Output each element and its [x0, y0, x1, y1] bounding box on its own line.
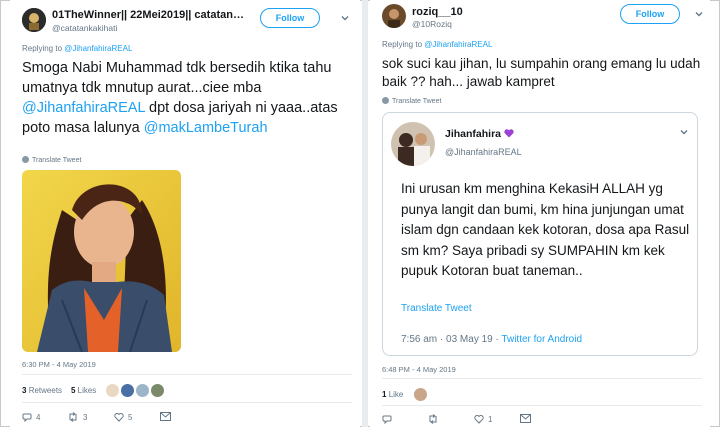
retweets-stat[interactable]: 3 Retweets [22, 386, 62, 395]
author-avatar[interactable] [382, 4, 406, 28]
quoted-meta: 7:56 am · 03 May 19 · Twitter for Androi… [401, 334, 582, 345]
reply-prefix: Replying to [382, 40, 425, 49]
tweet-timestamp[interactable]: 6:30 PM - 4 May 2019 [22, 360, 96, 369]
engagement-stats: 3 Retweets 5 Likes [22, 386, 96, 395]
quoted-time[interactable]: 7:56 am · 03 May 19 · [401, 334, 501, 345]
liker-avatar[interactable] [121, 384, 134, 397]
tweet-timestamp[interactable]: 6:48 PM - 4 May 2019 [382, 365, 456, 374]
quoted-translate-link[interactable]: Translate Tweet [401, 303, 472, 314]
purple-heart-icon [504, 129, 514, 138]
divider [22, 374, 352, 375]
translate-label: Translate Tweet [32, 157, 82, 164]
reply-mention-link[interactable]: @JihanfahiraREAL [64, 44, 132, 53]
panel-divider [362, 0, 368, 427]
reply-count: 4 [36, 413, 41, 422]
divider [382, 405, 702, 406]
mention-link[interactable]: @makLambeTurah [144, 120, 268, 136]
likes-label: Likes [77, 386, 97, 395]
reply-icon [382, 415, 392, 425]
author-handle[interactable]: @10Roziq [412, 19, 452, 29]
globe-icon [382, 97, 389, 104]
liker-avatar[interactable] [106, 384, 119, 397]
like-count: 1 [488, 415, 493, 424]
reply-mention-link[interactable]: @JihanfahiraREAL [424, 40, 492, 49]
quoted-source-link[interactable]: Twitter for Android [501, 334, 582, 345]
quoted-tweet-card[interactable]: Jihanfahira @JihanfahiraREAL Ini urusan … [382, 112, 698, 356]
reply-icon [22, 413, 32, 423]
tweet-text: Smoga Nabi Muhammad tdk bersedih ktika t… [22, 58, 352, 138]
reply-prefix: Replying to [22, 44, 65, 53]
like-action[interactable]: 1 [474, 414, 492, 424]
right-tweet: roziq__10 @10Roziq Follow Replying to @J… [370, 0, 710, 427]
left-tweet: 01TheWinner|| 22Mei2019|| catatan… @cata… [10, 0, 360, 427]
dm-action[interactable] [160, 412, 175, 421]
liker-avatar[interactable] [414, 388, 427, 401]
author-handle[interactable]: @catatankakihati [52, 23, 117, 33]
translate-label: Translate Tweet [392, 98, 442, 105]
likes-stat[interactable]: 1 Like [382, 390, 403, 399]
author-name[interactable]: 01TheWinner|| 22Mei2019|| catatan… [52, 9, 257, 21]
chevron-down-icon[interactable] [679, 127, 689, 137]
liker-avatar[interactable] [136, 384, 149, 397]
engagement-stats: 1 Like [382, 390, 403, 399]
replying-to: Replying to @JihanfahiraREAL [382, 40, 492, 49]
likes-count: 5 [70, 386, 76, 395]
mention-link[interactable]: @JihanfahiraREAL [22, 100, 145, 116]
retweet-icon [69, 412, 77, 422]
replying-to: Replying to @JihanfahiraREAL [22, 44, 132, 53]
likes-label: Like [388, 390, 404, 399]
divider [22, 402, 352, 403]
retweet-icon [429, 414, 437, 424]
quoted-author-avatar[interactable] [391, 122, 435, 166]
heart-icon [114, 413, 124, 422]
divider [382, 378, 702, 379]
tweet-photo[interactable] [22, 170, 181, 352]
reply-action[interactable] [382, 414, 396, 425]
envelope-icon [520, 414, 531, 423]
author-name[interactable]: roziq__10 [412, 6, 562, 18]
retweet-action[interactable]: 3 [67, 412, 87, 422]
likes-stat[interactable]: 5 Likes [71, 386, 96, 395]
quoted-author-name-text: Jihanfahira [445, 128, 502, 140]
retweets-label: Retweets [28, 386, 63, 395]
reply-action[interactable]: 4 [22, 412, 41, 423]
likes-count: 1 [382, 390, 387, 399]
like-count: 5 [128, 413, 133, 422]
translate-tweet-link[interactable]: Translate Tweet [382, 97, 441, 105]
liker-avatar[interactable] [151, 384, 164, 397]
text-part: Smoga Nabi Muhammad tdk bersedih ktika t… [22, 60, 332, 96]
author-avatar[interactable] [22, 8, 46, 32]
envelope-icon [160, 412, 171, 421]
quoted-tweet-text: Ini urusan km menghina KekasiH ALLAH yg … [401, 181, 690, 278]
chevron-down-icon[interactable] [694, 9, 704, 19]
globe-icon [22, 156, 29, 163]
chevron-down-icon[interactable] [340, 13, 350, 23]
dm-action[interactable] [520, 414, 535, 423]
follow-button[interactable]: Follow [620, 4, 680, 24]
retweets-count: 3 [22, 386, 27, 395]
follow-button[interactable]: Follow [260, 8, 320, 28]
translate-tweet-link[interactable]: Translate Tweet [22, 156, 81, 164]
quoted-author-name[interactable]: Jihanfahira [445, 128, 514, 140]
like-action[interactable]: 5 [114, 412, 132, 422]
quoted-author-handle[interactable]: @JihanfahiraREAL [445, 147, 522, 157]
tweet-text: sok suci kau jihan, lu sumpahin orang em… [382, 56, 701, 89]
retweet-count: 3 [83, 413, 88, 422]
retweet-action[interactable] [427, 414, 443, 424]
heart-icon [474, 415, 484, 424]
